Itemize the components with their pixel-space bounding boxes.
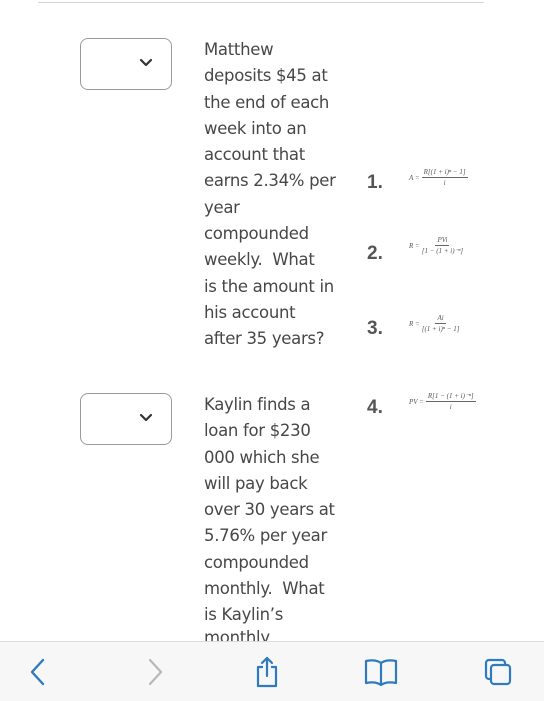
question-line: monthly. What [204, 579, 325, 599]
option-number-4: 4. [367, 397, 383, 418]
option-number-3: 3. [367, 318, 383, 339]
chevron-down-icon [139, 413, 153, 422]
fraction: PVi [1 − (1 + i)⁻ⁿ] [422, 236, 463, 255]
formula-lhs: PV = [409, 397, 424, 406]
denominator: [1 − (1 + i)⁻ⁿ] [421, 247, 464, 255]
numerator: Ai [435, 314, 446, 324]
question-line: the end of each [204, 92, 330, 112]
book-icon [364, 659, 398, 686]
question-line: earns 2.34% per [204, 171, 336, 191]
question-line: over 30 years at [204, 500, 335, 520]
question-line: deposits $45 at [204, 66, 328, 86]
tabs-button[interactable] [478, 652, 518, 692]
question-line: after 35 years? [204, 329, 325, 349]
question-2-text: Kaylin finds a loan for $230 000 which s… [204, 392, 344, 629]
question-line: loan for $230 [204, 421, 311, 441]
question-line: weekly. What [204, 250, 315, 270]
answer-dropdown-1[interactable] [80, 38, 172, 90]
question-line: 000 which she [204, 447, 320, 467]
share-button[interactable] [247, 652, 287, 692]
question-line: compounded [204, 224, 309, 244]
option-number-1: 1. [367, 172, 383, 193]
question-line: will pay back [204, 473, 308, 493]
forward-button[interactable] [135, 652, 175, 692]
question-line: Kaylin finds a [204, 395, 311, 414]
denominator: [(1 + i)ⁿ − 1] [421, 325, 460, 333]
fraction: Ai [(1 + i)ⁿ − 1] [422, 314, 460, 333]
top-divider [38, 2, 484, 3]
formula-lhs: R = [409, 241, 420, 250]
formula-4: PV = R[1 − (1 + i)⁻ⁿ] i [409, 392, 476, 411]
fraction: R[1 − (1 + i)⁻ⁿ] i [425, 392, 476, 411]
question-line: year [204, 197, 240, 217]
back-button[interactable] [18, 652, 58, 692]
tabs-icon [484, 658, 512, 686]
browser-toolbar [0, 641, 544, 701]
question-line: is the amount in [204, 276, 334, 296]
denominator: i [443, 179, 446, 187]
formula-3: R = Ai [(1 + i)ⁿ − 1] [409, 314, 459, 333]
question-line: his account [204, 302, 296, 322]
formula-lhs: A = [409, 173, 420, 182]
question-line: compounded [204, 552, 309, 572]
question-line: 5.76% per year [204, 526, 327, 546]
numerator: PVi [435, 236, 450, 246]
option-number-2: 2. [367, 243, 383, 264]
chevron-left-icon [30, 658, 45, 686]
formula-lhs: R = [409, 319, 420, 328]
bookmarks-button[interactable] [361, 652, 401, 692]
formula-2: R = PVi [1 − (1 + i)⁻ⁿ] [409, 236, 463, 255]
question-line: Matthew [204, 40, 274, 59]
question-line: is Kaylin’s [204, 605, 283, 625]
chevron-down-icon [139, 58, 153, 67]
fraction: R[(1 + i)ⁿ − 1] i [421, 168, 468, 187]
answer-dropdown-2[interactable] [80, 393, 172, 445]
numerator: R[1 − (1 + i)⁻ⁿ] [425, 392, 476, 402]
question-line: week into an [204, 118, 307, 138]
denominator: i [449, 403, 452, 411]
numerator: R[(1 + i)ⁿ − 1] [421, 168, 468, 178]
question-1-text: Matthew deposits $45 at the end of each … [204, 37, 344, 353]
chevron-right-icon [148, 658, 163, 686]
share-icon [256, 656, 278, 688]
question-line: account that [204, 145, 305, 165]
formula-1: A = R[(1 + i)ⁿ − 1] i [409, 168, 468, 187]
